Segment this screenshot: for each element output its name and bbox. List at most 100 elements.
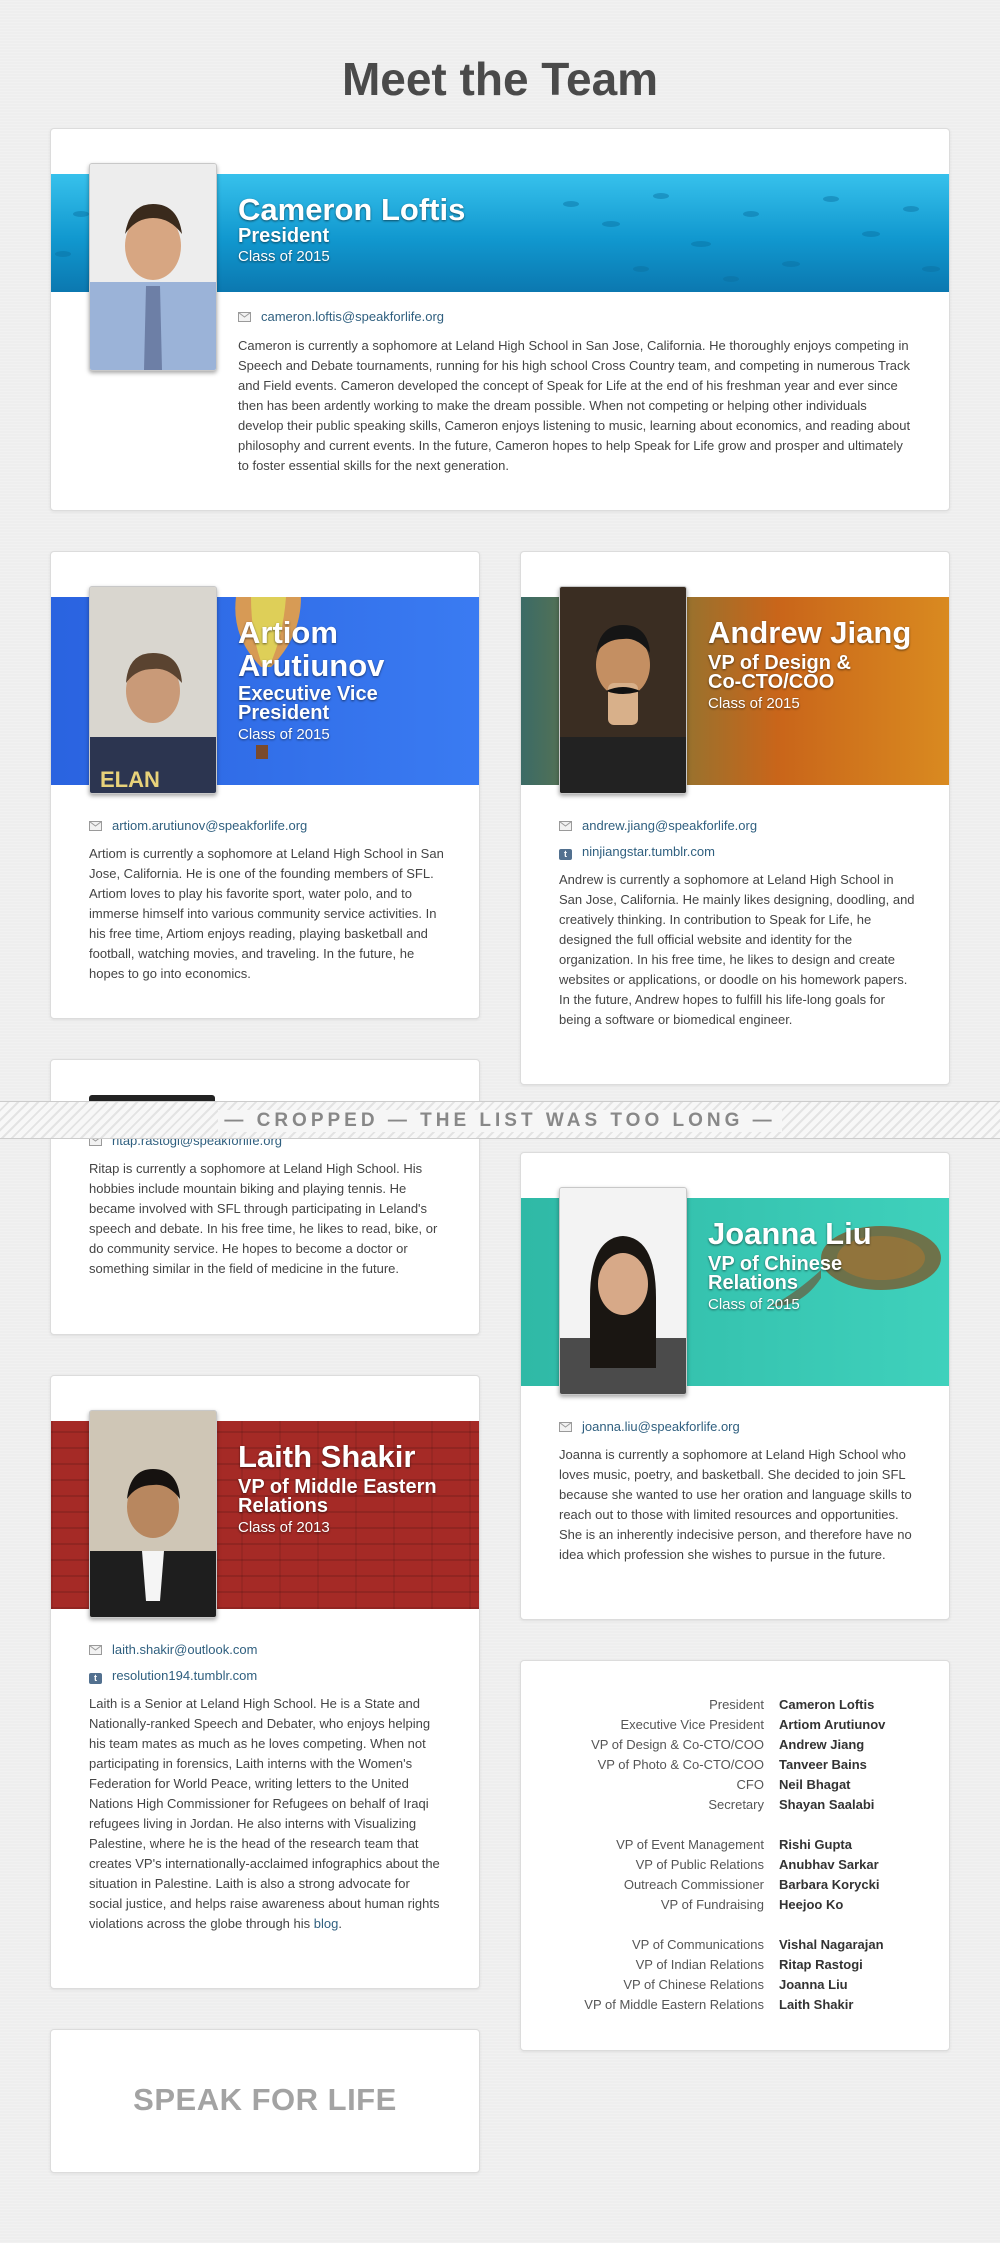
- member-class-year: Class of 2015: [708, 1296, 800, 1313]
- roster-role: VP of Communications: [632, 1937, 764, 1952]
- member-class-year: Class of 2015: [708, 695, 800, 712]
- roster-row: Executive Vice President Artiom Arutiunov: [521, 1715, 949, 1735]
- roster-name: Anubhav Sarkar: [779, 1857, 879, 1872]
- roster-role: VP of Indian Relations: [635, 1957, 764, 1972]
- email-link[interactable]: artiom.arutiunov@speakforlife.org: [112, 818, 307, 833]
- team-roster: President Cameron Loftis Executive Vice Pr…: [521, 1695, 949, 2015]
- roster-row: VP of Chinese Relations Joanna Liu: [521, 1975, 949, 1995]
- roster-role: Executive Vice President: [620, 1717, 764, 1732]
- roster-role: Outreach Commissioner: [623, 1877, 764, 1892]
- member-photo: [559, 586, 687, 794]
- member-name: Laith Shakir: [238, 1439, 416, 1474]
- roster-row: VP of Photo & Co-CTO/COO Tanveer Bains: [521, 1755, 949, 1775]
- roster-name: Heejoo Ko: [779, 1897, 844, 1912]
- roster-name: Barbara Korycki: [779, 1877, 880, 1892]
- roster-name: Neil Bhagat: [779, 1777, 851, 1792]
- member-role-line1: VP of Design &: [708, 652, 851, 674]
- blog-link[interactable]: blog: [314, 1916, 339, 1931]
- email-row: cameron.loftis@speakforlife.org: [238, 309, 444, 325]
- roster-row: VP of Fundraising Heejoo Ko: [521, 1895, 949, 1915]
- member-card-artiom: Artiom Arutiunov Executive Vice Presiden…: [50, 551, 480, 1019]
- email-link[interactable]: cameron.loftis@speakforlife.org: [261, 309, 444, 324]
- roster-role: Secretary: [708, 1797, 764, 1812]
- member-card-cameron: Cameron Loftis President Class of 2015 c…: [50, 128, 950, 511]
- roster-row: VP of Middle Eastern Relations Laith Shak…: [521, 1995, 949, 2015]
- roster-role: VP of Public Relations: [635, 1857, 764, 1872]
- member-bio-text: Laith is a Senior at Leland High School.…: [89, 1696, 440, 1931]
- email-link[interactable]: joanna.liu@speakforlife.org: [582, 1419, 740, 1434]
- member-bio: Andrew is currently a sophomore at Lelan…: [559, 872, 915, 1027]
- roster-row: VP of Event Management Rishi Gupta: [521, 1835, 949, 1855]
- member-role-line1: VP of Chinese: [708, 1253, 843, 1275]
- email-link[interactable]: andrew.jiang@speakforlife.org: [582, 818, 757, 833]
- member-role: President: [238, 225, 330, 247]
- cropped-notice-band: — CROPPED — THE LIST WAS TOO LONG —: [0, 1101, 1000, 1139]
- email-link[interactable]: laith.shakir@outlook.com: [112, 1642, 257, 1657]
- roster-name: Joanna Liu: [779, 1977, 848, 1992]
- mail-icon: [559, 819, 572, 831]
- email-row: joanna.liu@speakforlife.org: [559, 1419, 740, 1435]
- svg-text:ELAN: ELAN: [100, 767, 160, 792]
- roster-role: VP of Fundraising: [660, 1897, 764, 1912]
- member-name-line1: Artiom: [238, 615, 338, 650]
- email-row: artiom.arutiunov@speakforlife.org: [89, 818, 307, 834]
- tumblr-icon: t: [89, 1673, 102, 1684]
- roster-row: President Cameron Loftis: [521, 1695, 949, 1715]
- mail-icon: [89, 1643, 102, 1655]
- tumblr-link[interactable]: resolution194.tumblr.com: [112, 1668, 257, 1683]
- roster-role: VP of Design & Co-CTO/COO: [591, 1737, 764, 1752]
- member-name: Andrew Jiang: [708, 615, 912, 650]
- member-bio: Artiom is currently a sophomore at Lelan…: [89, 846, 444, 981]
- member-card-laith: Laith Shakir VP of Middle Eastern Relati…: [50, 1375, 480, 1989]
- member-role-line2: Co-CTO/COO: [708, 671, 835, 693]
- member-name: Cameron Loftis: [238, 192, 466, 227]
- member-name: Joanna Liu: [708, 1216, 872, 1251]
- roster-row: Secretary Shayan Saalabi: [521, 1795, 949, 1815]
- member-bio-end: .: [338, 1916, 342, 1931]
- member-role-line2: Relations: [708, 1272, 799, 1294]
- speak-for-life-logo: SPEAK FOR LIFE: [133, 2082, 397, 2117]
- roster-role: President: [709, 1697, 764, 1712]
- roster-name: Artiom Arutiunov: [779, 1717, 886, 1732]
- roster-row: VP of Indian Relations Ritap Rastogi: [521, 1955, 949, 1975]
- member-bio: Cameron is currently a sophomore at Lela…: [238, 338, 911, 473]
- mail-icon: [238, 310, 251, 322]
- tumblr-icon: t: [559, 849, 572, 860]
- roster-name: Cameron Loftis: [779, 1697, 875, 1712]
- member-role-line1: Executive Vice: [238, 683, 378, 705]
- member-photo: [89, 163, 217, 371]
- mail-icon: [559, 1420, 572, 1432]
- cropped-notice-text: — CROPPED — THE LIST WAS TOO LONG —: [218, 1110, 782, 1132]
- tumblr-link[interactable]: ninjiangstar.tumblr.com: [582, 844, 715, 859]
- roster-row: [521, 1915, 949, 1935]
- member-card-joanna: Joanna Liu VP of Chinese Relations Class…: [520, 1152, 950, 1620]
- footer-card: SPEAK FOR LIFE: [50, 2029, 480, 2173]
- tumblr-row: t ninjiangstar.tumblr.com: [559, 844, 715, 860]
- roster-row: [521, 1815, 949, 1835]
- member-name-line2: Arutiunov: [238, 648, 385, 683]
- tumblr-row: t resolution194.tumblr.com: [89, 1668, 257, 1684]
- page-title: Meet the Team: [341, 53, 659, 105]
- roster-row: Outreach Commissioner Barbara Korycki: [521, 1875, 949, 1895]
- email-row: laith.shakir@outlook.com: [89, 1642, 257, 1658]
- roster-name: Ritap Rastogi: [779, 1957, 863, 1972]
- mail-icon: [89, 819, 102, 831]
- roster-role: VP of Chinese Relations: [623, 1977, 764, 1992]
- roster-name: Vishal Nagarajan: [779, 1937, 884, 1952]
- member-photo: ELAN: [89, 586, 217, 794]
- roster-row: CFO Neil Bhagat: [521, 1775, 949, 1795]
- member-class-year: Class of 2015: [238, 726, 330, 743]
- member-role-line2: Relations: [238, 1495, 329, 1517]
- roster-name: Shayan Saalabi: [779, 1797, 875, 1812]
- roster-role: VP of Middle Eastern Relations: [584, 1997, 764, 2012]
- member-bio: Joanna is currently a sophomore at Lelan…: [559, 1447, 912, 1562]
- member-class-year: Class of 2015: [238, 248, 330, 265]
- member-bio: Laith is a Senior at Leland High School.…: [89, 1694, 445, 1934]
- roster-role: CFO: [736, 1777, 764, 1792]
- member-card-andrew: Andrew Jiang VP of Design & Co-CTO/COO C…: [520, 551, 950, 1085]
- roster-role: VP of Event Management: [616, 1837, 764, 1852]
- team-roster-card: President Cameron Loftis Executive Vice Pr…: [520, 1660, 950, 2051]
- roster-name: Tanveer Bains: [779, 1757, 867, 1772]
- email-row: andrew.jiang@speakforlife.org: [559, 818, 757, 834]
- roster-row: VP of Design & Co-CTO/COO Andrew Jiang: [521, 1735, 949, 1755]
